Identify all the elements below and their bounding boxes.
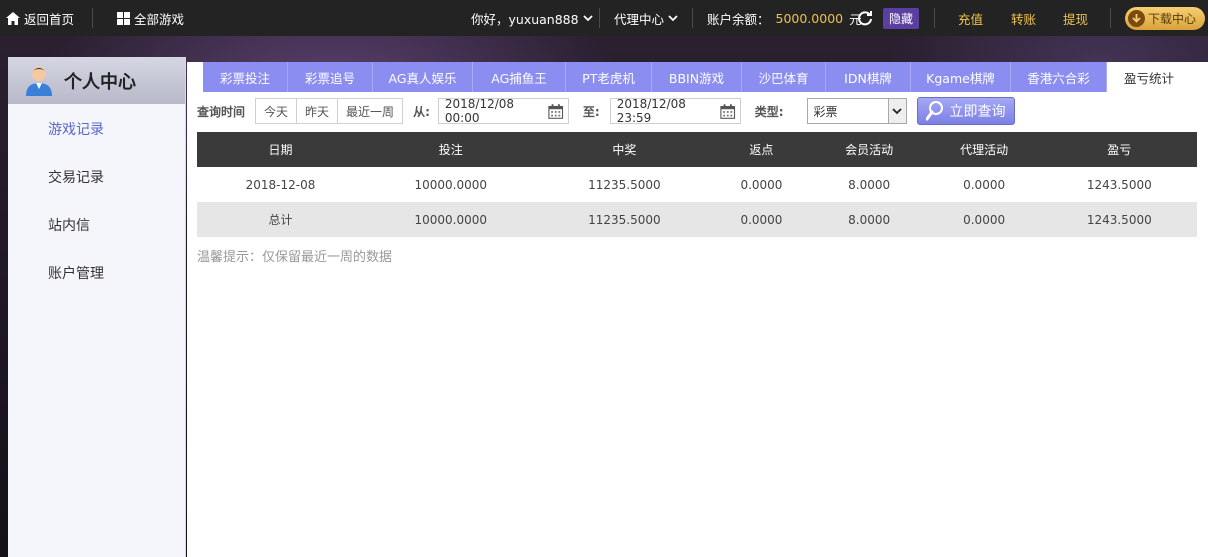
type-select[interactable]: 彩票 [806,98,907,124]
agent-center-menu[interactable]: 代理中心 [614,0,678,36]
recharge-link[interactable]: 充值 [958,0,983,36]
account-balance: 账户余额： 5000.0000 元 [707,0,862,36]
table-cell: 总计 [197,202,364,237]
table-cell: 8.0000 [811,202,927,237]
column-header-winnings: 中奖 [537,132,712,167]
table-cell: 0.0000 [926,202,1042,237]
filter-bar: 查询时间 今天 昨天 最近一周 从: 2018/12/08 00:00 至: 2… [197,97,1015,125]
tab-ag-live[interactable]: AG真人娱乐 [373,62,473,92]
type-label: 类型: [754,104,784,119]
column-header-agent-promo: 代理活动 [926,132,1042,167]
table-cell: 11235.5000 [537,167,712,202]
column-header-profit: 盈亏 [1041,132,1197,167]
sidebar-menu: 游戏记录 交易记录 站内信 账户管理 [8,104,185,310]
withdraw-link[interactable]: 提现 [1063,0,1088,36]
query-time-label: 查询时间 [197,104,246,119]
table-header-row: 日期 投注 中奖 返点 会员活动 代理活动 盈亏 [197,132,1197,167]
profit-table: 日期 投注 中奖 返点 会员活动 代理活动 盈亏 2018-12-08 1000… [197,132,1197,237]
home-link[interactable]: 返回首页 [6,0,74,36]
table-row-total: 总计 10000.0000 11235.5000 0.0000 8.0000 0… [197,202,1197,237]
grid-icon [117,11,130,25]
table-row: 2018-12-08 10000.0000 11235.5000 0.0000 … [197,167,1197,202]
table-cell: 8.0000 [811,167,927,202]
chevron-down-icon [582,14,593,21]
divider [599,8,600,28]
sidebar-header: 个人中心 [8,57,185,104]
tab-saba-sports[interactable]: 沙巴体育 [742,62,826,92]
agent-center-label: 代理中心 [614,11,665,27]
tab-lottery-bets[interactable]: 彩票投注 [203,62,288,92]
query-now-label: 立即查询 [949,104,1006,120]
query-now-button[interactable]: 立即查询 [916,97,1015,125]
from-date-input[interactable]: 2018/12/08 00:00 [437,97,569,125]
divider [92,8,93,28]
transfer-link[interactable]: 转账 [1011,0,1036,36]
column-header-member-promo: 会员活动 [811,132,927,167]
tab-profit-stats[interactable]: 盈亏统计 [1107,62,1191,92]
quick-range-group: 今天 昨天 最近一周 [255,98,404,124]
table-cell: 0.0000 [711,167,812,202]
table-cell: 0.0000 [711,202,812,237]
table-cell: 11235.5000 [537,202,712,237]
download-center-button[interactable]: 下载中心 [1125,7,1205,30]
table-cell: 0.0000 [926,167,1042,202]
all-games-label: 全部游戏 [134,11,185,27]
tab-hk-mark-six[interactable]: 香港六合彩 [1011,62,1107,92]
download-icon [1128,10,1145,27]
download-label: 下载中心 [1148,12,1197,26]
to-date-input[interactable]: 2018/12/08 23:59 [609,97,741,125]
greeting-text: 你好，yuxuan888 [471,11,579,27]
data-retention-tip: 温馨提示：仅保留最近一周的数据 [197,250,393,265]
divider [934,8,935,28]
balance-label: 账户余额： [707,11,770,27]
all-games-link[interactable]: 全部游戏 [117,0,184,36]
table-cell: 2018-12-08 [197,167,364,202]
record-tabs: 彩票投注 彩票追号 AG真人娱乐 AG捕鱼王 PT老虎机 BBIN游戏 沙巴体育… [203,62,1191,92]
top-bar: 返回首页 全部游戏 你好，yuxuan888 代理中心 账户余额： 5000.0… [0,0,1208,36]
range-last-week-button[interactable]: 最近一周 [338,99,402,123]
tab-bbin-games[interactable]: BBIN游戏 [652,62,742,92]
refresh-icon[interactable] [857,10,873,26]
main-panel: 彩票投注 彩票追号 AG真人娱乐 AG捕鱼王 PT老虎机 BBIN游戏 沙巴体育… [187,62,1208,557]
table-cell: 10000.0000 [363,202,538,237]
tab-kgame-poker[interactable]: Kgame棋牌 [911,62,1011,92]
tab-lottery-chase[interactable]: 彩票追号 [288,62,373,92]
sidebar-item-transactions[interactable]: 交易记录 [8,166,185,214]
search-icon [925,101,943,121]
column-header-rebate: 返点 [711,132,812,167]
from-label: 从: [413,104,430,119]
divider [692,8,693,28]
column-header-bets: 投注 [363,132,538,167]
tab-idn-poker[interactable]: IDN棋牌 [826,62,911,92]
tab-pt-slots[interactable]: PT老虎机 [566,62,652,92]
home-label: 返回首页 [24,11,75,27]
table-cell: 10000.0000 [363,167,538,202]
from-date-value: 2018/12/08 00:00 [444,97,515,125]
column-header-date: 日期 [197,132,364,167]
range-yesterday-button[interactable]: 昨天 [297,99,339,123]
hide-balance-button[interactable]: 隐藏 [883,8,919,29]
divider [1110,8,1111,28]
sidebar-item-messages[interactable]: 站内信 [8,214,185,262]
to-date-value: 2018/12/08 23:59 [616,97,686,125]
sidebar-item-account[interactable]: 账户管理 [8,262,185,310]
type-select-value: 彩票 [813,104,838,119]
home-icon [6,11,20,25]
table-cell: 1243.5000 [1041,167,1197,202]
sidebar-item-game-records[interactable]: 游戏记录 [8,118,185,166]
calendar-icon[interactable] [720,103,736,120]
user-menu[interactable]: 你好，yuxuan888 [471,0,593,36]
chevron-down-icon [887,99,906,123]
table-cell: 1243.5000 [1041,202,1197,237]
chevron-down-icon [668,14,678,21]
balance-value: 5000.0000 [775,10,844,26]
to-label: 至: [582,104,600,119]
sidebar-title: 个人中心 [64,71,136,93]
tab-ag-fishing[interactable]: AG捕鱼王 [473,62,566,92]
calendar-icon[interactable] [548,103,564,120]
range-today-button[interactable]: 今天 [256,99,298,123]
user-icon [26,66,52,96]
sidebar: 个人中心 游戏记录 交易记录 站内信 账户管理 [8,57,186,557]
